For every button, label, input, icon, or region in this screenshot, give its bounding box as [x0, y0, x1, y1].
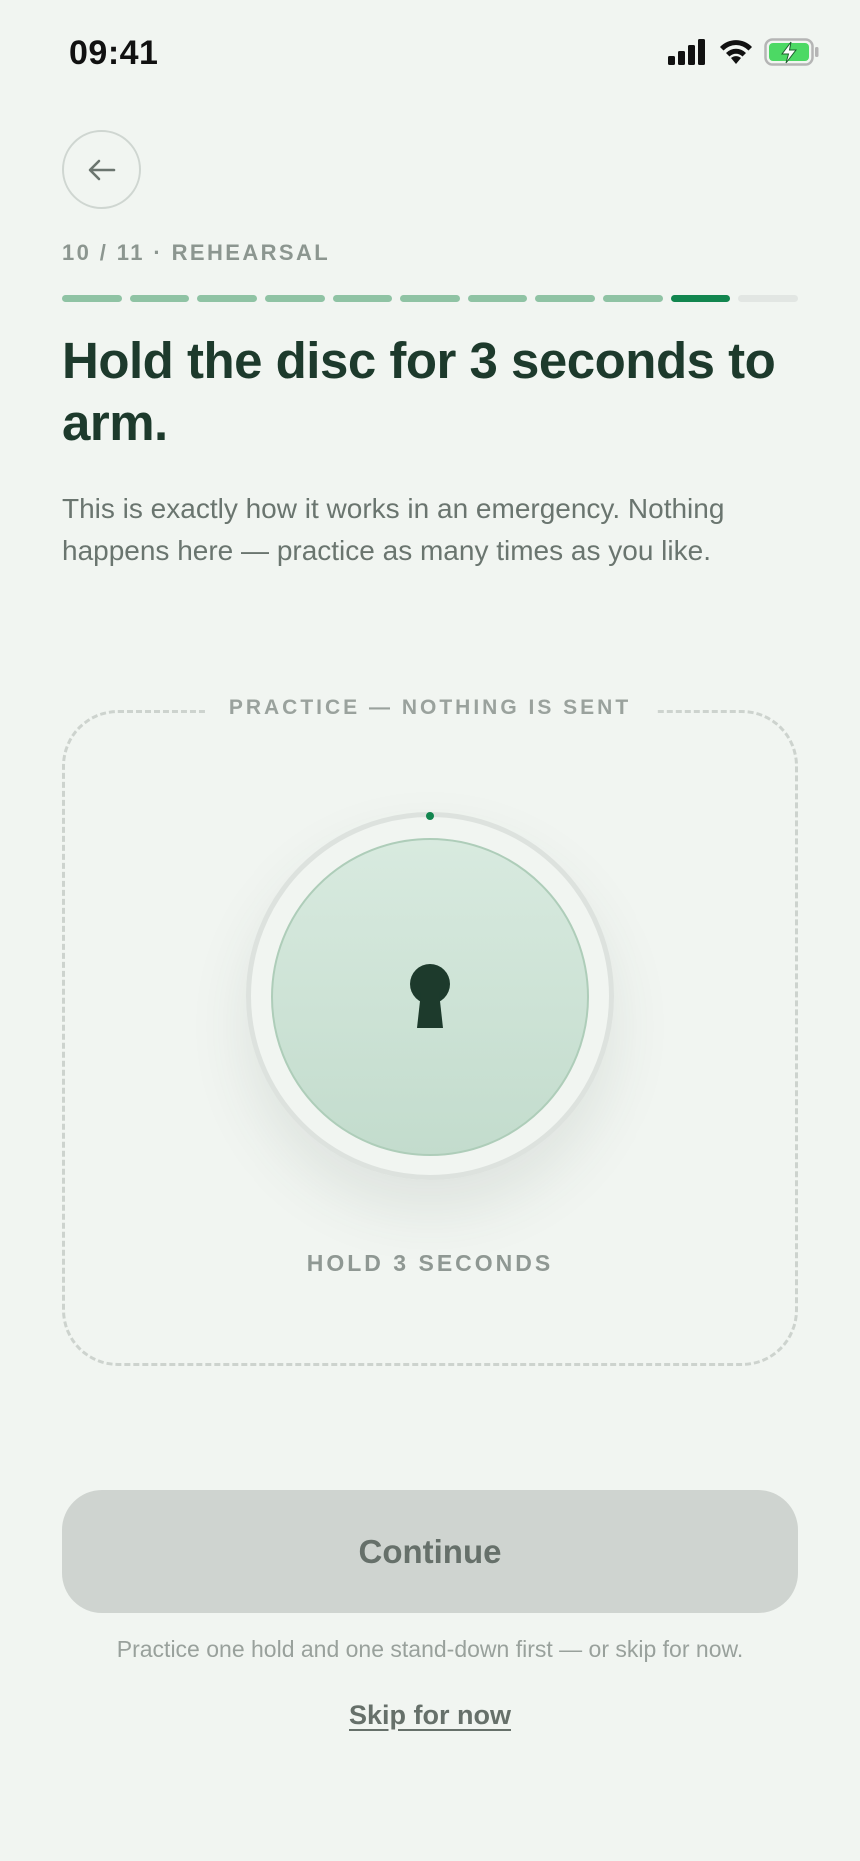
back-button[interactable] [62, 130, 141, 209]
hold-instruction: HOLD 3 SECONDS [306, 1250, 554, 1276]
status-icons [668, 38, 820, 66]
progress-segment [197, 295, 257, 302]
practice-caption: PRACTICE — NOTHING IS SENT [0, 696, 860, 720]
practice-caption-text: PRACTICE — NOTHING IS SENT [204, 696, 656, 720]
keyhole-icon [410, 964, 450, 1028]
progress-segment [738, 295, 799, 302]
progress-segment [467, 295, 528, 302]
progress-segment [603, 295, 663, 302]
progress-segment [332, 295, 393, 302]
step-label: 10 / 11 · REHEARSAL [62, 240, 331, 265]
hold-progress-indicator [426, 812, 434, 820]
page-title: Hold the disc for 3 seconds to arm. [62, 332, 776, 451]
page-subtitle: This is exactly how it works in an emerg… [62, 493, 725, 566]
rehearsal-screen: 09:41 10 / 11 · REHEARSAL Hold the disc … [0, 0, 860, 1861]
signal-icon [668, 39, 705, 65]
progress-segment [62, 295, 122, 302]
skip-for-now-link[interactable]: Skip for now [349, 1700, 511, 1730]
progress-segment [129, 295, 190, 302]
status-bar: 09:41 [0, 0, 860, 110]
progress-segment [535, 295, 596, 302]
progress-segment [264, 295, 325, 302]
helper-text: Practice one hold and one stand-down fir… [116, 1636, 744, 1662]
arrow-left-icon [88, 159, 115, 180]
step-progress-bar [62, 295, 799, 302]
hold-disc[interactable] [271, 838, 589, 1156]
battery-charging-icon [764, 38, 819, 66]
status-time: 09:41 [69, 34, 159, 72]
progress-segment [400, 295, 460, 302]
continue-button[interactable]: Continue [62, 1490, 798, 1613]
skip-link-wrapper: Skip for now [0, 1700, 860, 1731]
progress-segment [670, 295, 731, 302]
wifi-icon [720, 40, 752, 64]
